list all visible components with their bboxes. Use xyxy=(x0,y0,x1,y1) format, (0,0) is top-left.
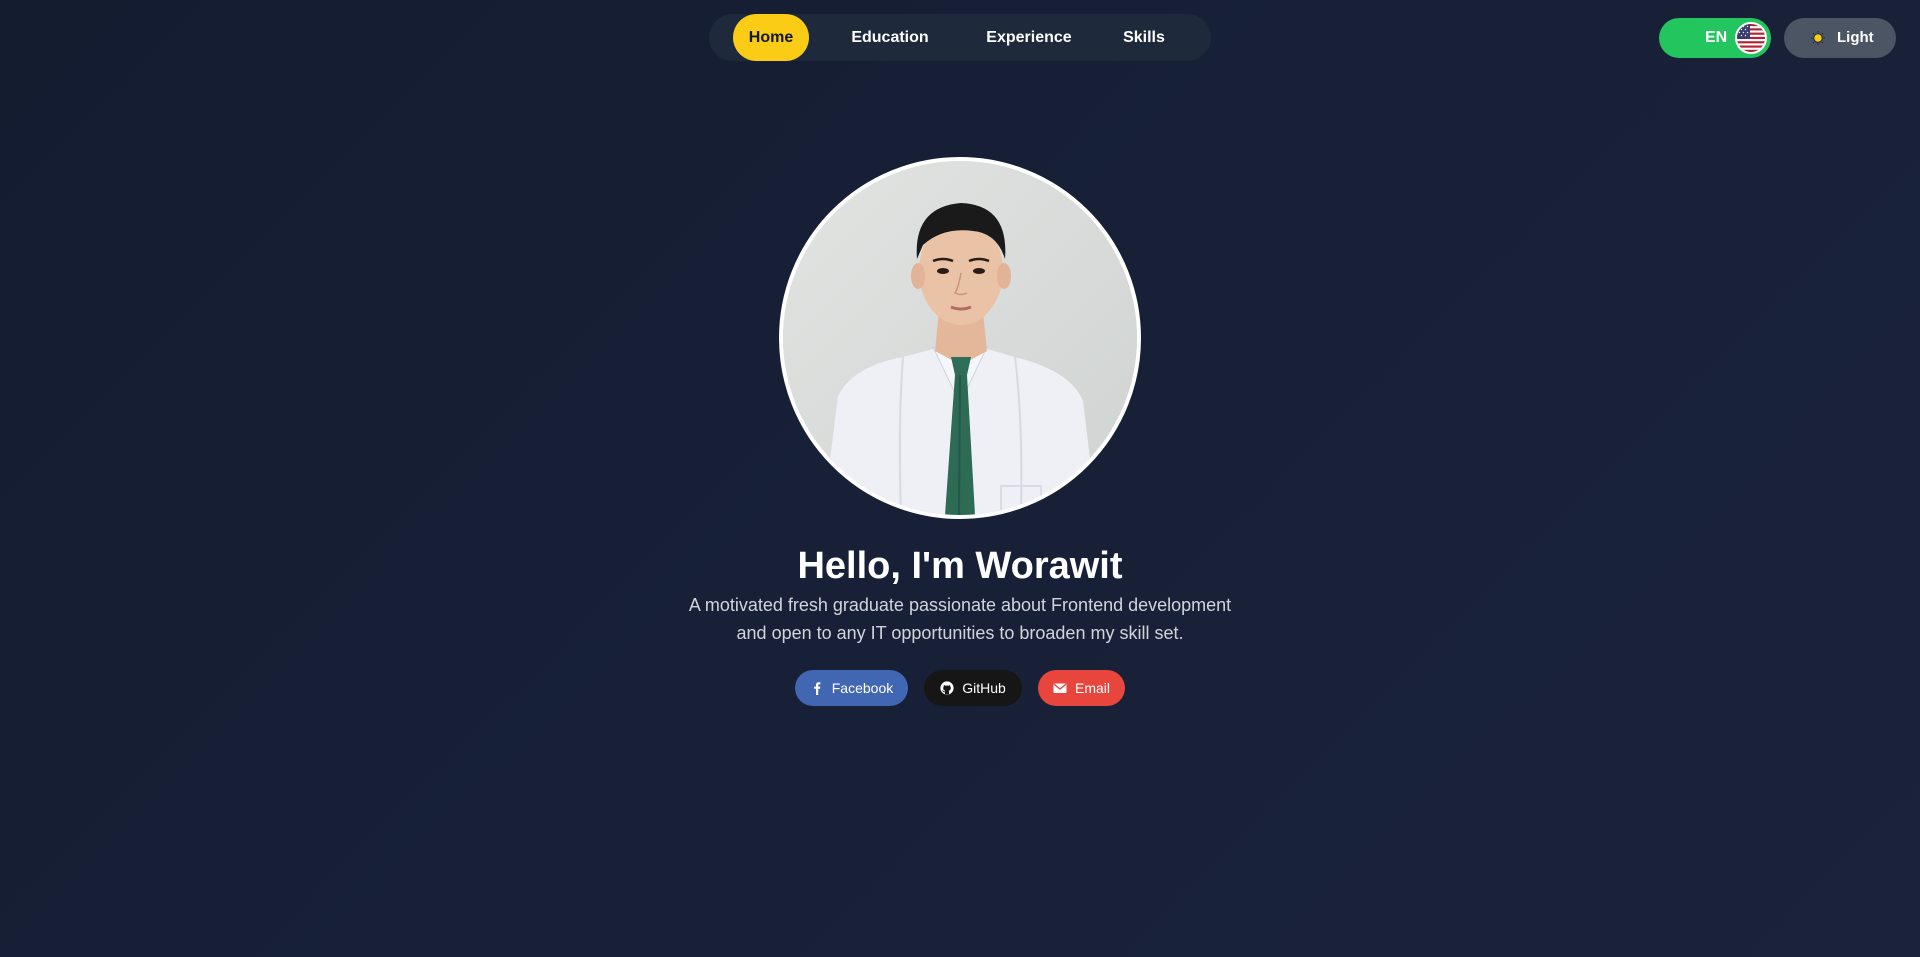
nav-skills[interactable]: Skills xyxy=(1112,14,1176,61)
us-flag-icon xyxy=(1735,22,1767,54)
nav-experience[interactable]: Experience xyxy=(971,14,1087,61)
hero-bio-line-2: and open to any IT opportunities to broa… xyxy=(736,623,1184,643)
email-button[interactable]: Email xyxy=(1038,670,1125,706)
facebook-icon xyxy=(810,681,824,695)
main-nav: Home Education Experience Skills xyxy=(709,14,1211,61)
language-label: EN xyxy=(1705,29,1728,46)
envelope-icon xyxy=(1053,681,1067,695)
profile-avatar xyxy=(779,157,1141,519)
email-label: Email xyxy=(1074,680,1110,696)
github-icon xyxy=(940,681,954,695)
github-button[interactable]: GitHub xyxy=(924,670,1022,706)
github-label: GitHub xyxy=(962,680,1006,696)
facebook-button[interactable]: Facebook xyxy=(795,670,908,706)
hero-bio: A motivated fresh graduate passionate ab… xyxy=(660,591,1260,647)
hero-headline: Hello, I'm Worawit xyxy=(797,545,1123,587)
theme-toggle[interactable]: Light xyxy=(1784,18,1896,58)
sun-icon xyxy=(1811,31,1825,45)
facebook-label: Facebook xyxy=(831,680,894,696)
nav-home[interactable]: Home xyxy=(733,14,809,61)
theme-label: Light xyxy=(1837,29,1874,46)
language-toggle[interactable]: EN xyxy=(1659,18,1771,58)
nav-education[interactable]: Education xyxy=(838,14,942,61)
hero-bio-line-1: A motivated fresh graduate passionate ab… xyxy=(688,595,1232,615)
